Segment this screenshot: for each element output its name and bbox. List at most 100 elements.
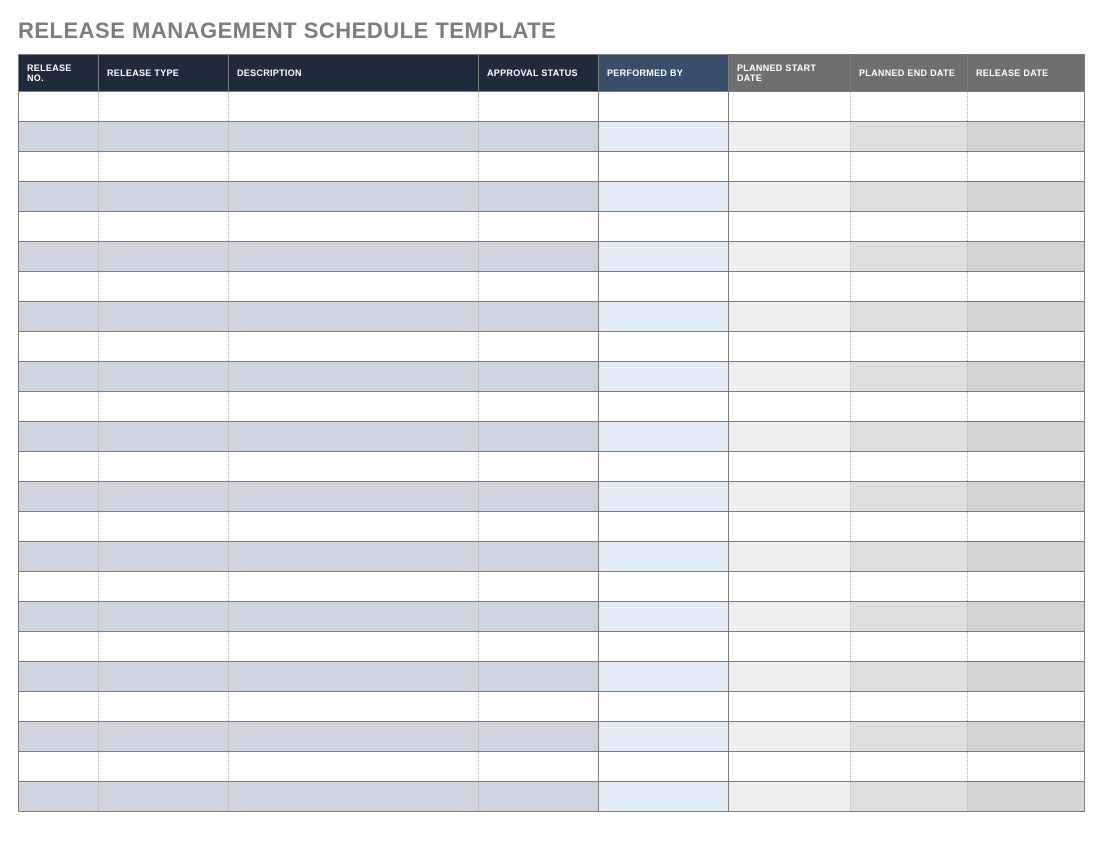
cell-release_date[interactable] [968,272,1085,302]
cell-approval_status[interactable] [479,782,599,812]
cell-planned_end_date[interactable] [851,182,968,212]
cell-release_no[interactable] [19,92,99,122]
cell-planned_start_date[interactable] [729,302,851,332]
cell-release_type[interactable] [99,182,229,212]
cell-description[interactable] [229,512,479,542]
cell-planned_end_date[interactable] [851,572,968,602]
cell-planned_start_date[interactable] [729,722,851,752]
cell-description[interactable] [229,422,479,452]
cell-planned_start_date[interactable] [729,662,851,692]
cell-planned_start_date[interactable] [729,602,851,632]
cell-release_type[interactable] [99,92,229,122]
cell-planned_start_date[interactable] [729,272,851,302]
cell-planned_end_date[interactable] [851,122,968,152]
cell-description[interactable] [229,392,479,422]
cell-performed_by[interactable] [599,782,729,812]
cell-description[interactable] [229,332,479,362]
cell-description[interactable] [229,272,479,302]
cell-approval_status[interactable] [479,602,599,632]
cell-description[interactable] [229,752,479,782]
cell-release_date[interactable] [968,602,1085,632]
cell-release_date[interactable] [968,422,1085,452]
cell-release_no[interactable] [19,242,99,272]
cell-approval_status[interactable] [479,122,599,152]
cell-description[interactable] [229,92,479,122]
cell-release_no[interactable] [19,602,99,632]
cell-release_no[interactable] [19,512,99,542]
cell-planned_end_date[interactable] [851,362,968,392]
cell-performed_by[interactable] [599,422,729,452]
cell-description[interactable] [229,722,479,752]
cell-release_no[interactable] [19,152,99,182]
cell-release_type[interactable] [99,602,229,632]
cell-planned_start_date[interactable] [729,422,851,452]
cell-release_type[interactable] [99,332,229,362]
cell-release_type[interactable] [99,242,229,272]
cell-release_no[interactable] [19,782,99,812]
cell-planned_start_date[interactable] [729,242,851,272]
cell-release_type[interactable] [99,752,229,782]
cell-description[interactable] [229,602,479,632]
cell-release_date[interactable] [968,242,1085,272]
cell-release_no[interactable] [19,272,99,302]
cell-planned_start_date[interactable] [729,452,851,482]
cell-release_type[interactable] [99,662,229,692]
cell-planned_end_date[interactable] [851,482,968,512]
cell-description[interactable] [229,572,479,602]
cell-release_no[interactable] [19,542,99,572]
cell-approval_status[interactable] [479,632,599,662]
cell-release_date[interactable] [968,752,1085,782]
cell-release_no[interactable] [19,182,99,212]
cell-approval_status[interactable] [479,392,599,422]
cell-release_date[interactable] [968,392,1085,422]
cell-planned_end_date[interactable] [851,452,968,482]
cell-planned_end_date[interactable] [851,152,968,182]
cell-release_date[interactable] [968,122,1085,152]
cell-performed_by[interactable] [599,362,729,392]
cell-performed_by[interactable] [599,272,729,302]
cell-approval_status[interactable] [479,182,599,212]
cell-planned_start_date[interactable] [729,572,851,602]
cell-performed_by[interactable] [599,602,729,632]
cell-release_date[interactable] [968,452,1085,482]
cell-approval_status[interactable] [479,692,599,722]
cell-planned_end_date[interactable] [851,752,968,782]
cell-planned_start_date[interactable] [729,392,851,422]
cell-release_no[interactable] [19,572,99,602]
cell-release_type[interactable] [99,572,229,602]
cell-planned_end_date[interactable] [851,422,968,452]
cell-release_type[interactable] [99,212,229,242]
cell-approval_status[interactable] [479,362,599,392]
cell-performed_by[interactable] [599,92,729,122]
cell-description[interactable] [229,302,479,332]
cell-performed_by[interactable] [599,242,729,272]
cell-planned_start_date[interactable] [729,92,851,122]
cell-description[interactable] [229,122,479,152]
cell-approval_status[interactable] [479,152,599,182]
cell-planned_end_date[interactable] [851,722,968,752]
cell-release_type[interactable] [99,272,229,302]
cell-performed_by[interactable] [599,392,729,422]
cell-planned_end_date[interactable] [851,302,968,332]
cell-performed_by[interactable] [599,632,729,662]
cell-planned_end_date[interactable] [851,212,968,242]
cell-release_date[interactable] [968,212,1085,242]
cell-planned_start_date[interactable] [729,692,851,722]
cell-release_no[interactable] [19,632,99,662]
cell-description[interactable] [229,482,479,512]
cell-performed_by[interactable] [599,752,729,782]
cell-performed_by[interactable] [599,482,729,512]
cell-release_no[interactable] [19,212,99,242]
cell-performed_by[interactable] [599,572,729,602]
cell-release_type[interactable] [99,122,229,152]
cell-performed_by[interactable] [599,182,729,212]
cell-release_type[interactable] [99,152,229,182]
cell-planned_end_date[interactable] [851,692,968,722]
cell-release_date[interactable] [968,782,1085,812]
cell-release_date[interactable] [968,542,1085,572]
cell-release_type[interactable] [99,782,229,812]
cell-planned_start_date[interactable] [729,482,851,512]
cell-performed_by[interactable] [599,212,729,242]
cell-release_date[interactable] [968,182,1085,212]
cell-release_no[interactable] [19,332,99,362]
